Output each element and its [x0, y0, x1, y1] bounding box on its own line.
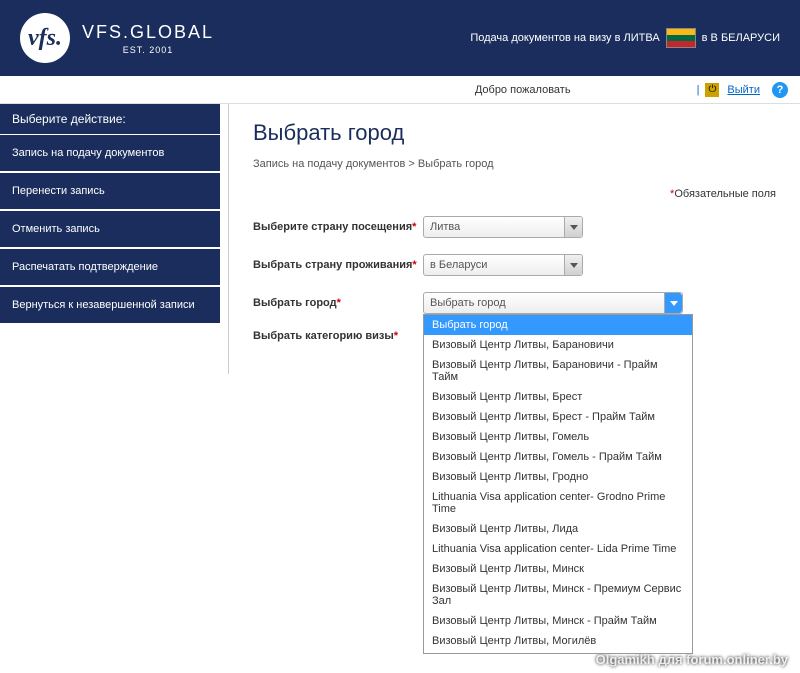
sidebar-item-schedule[interactable]: Запись на подачу документов [0, 135, 220, 173]
select-residence-country[interactable]: в Беларуси [423, 254, 583, 276]
header-right-text: Подача документов на визу в ЛИТВА в В БЕ… [470, 28, 780, 48]
city-option[interactable]: Визовый Центр Литвы, Гомель [424, 427, 692, 447]
brand-name: VFS.GLOBAL [82, 22, 214, 43]
city-option[interactable]: Визовый Центр Литвы, Барановичи [424, 335, 692, 355]
header-prefix: Подача документов на визу в [470, 32, 620, 44]
city-option[interactable]: Визовый Центр Литвы, Лида [424, 519, 692, 539]
city-option[interactable]: Визовый Центр Литвы, Гомель - Прайм Тайм [424, 447, 692, 467]
help-icon[interactable]: ? [772, 82, 788, 98]
logo: vfs. [20, 13, 70, 63]
city-dropdown[interactable]: Выбрать городВизовый Центр Литвы, Барано… [423, 314, 693, 654]
page-title: Выбрать город [253, 120, 776, 146]
separator: | [697, 84, 700, 96]
sidebar-item-cancel[interactable]: Отменить запись [0, 211, 220, 249]
topbar: Добро пожаловать | ⏻ Выйти ? [0, 76, 800, 104]
sidebar-item-reschedule[interactable]: Перенести запись [0, 173, 220, 211]
header: vfs. VFS.GLOBAL EST. 2001 Подача докумен… [0, 0, 800, 76]
brand-est: EST. 2001 [82, 45, 214, 55]
sidebar-item-print[interactable]: Распечатать подтверждение [0, 249, 220, 287]
label-visa-category: Выбрать категорию визы* [253, 330, 423, 342]
content: Выбрать город Запись на подачу документо… [228, 104, 800, 374]
chevron-down-icon [664, 293, 682, 313]
city-option[interactable]: Визовый Центр Литвы, Минск - Прайм Тайм [424, 611, 692, 631]
logout-icon: ⏻ [705, 83, 719, 97]
logo-text: vfs. [28, 25, 62, 52]
city-option[interactable]: Визовый Центр Литвы, Брест - Прайм Тайм [424, 407, 692, 427]
city-option[interactable]: Визовый Центр Литвы, Брест [424, 387, 692, 407]
label-residence-country: Выбрать страну проживания* [253, 259, 423, 271]
city-option[interactable]: Визовый Центр Литвы, Минск [424, 559, 692, 579]
city-option[interactable]: Lithuania Visa application center- Lida … [424, 539, 692, 559]
watermark: Olgamikh для forum.onliner.by [596, 652, 788, 667]
brand-block: VFS.GLOBAL EST. 2001 [82, 22, 214, 55]
city-option[interactable]: Выбрать город [424, 315, 692, 335]
sidebar-item-resume[interactable]: Вернуться к незавершенной записи [0, 287, 220, 325]
chevron-down-icon [564, 255, 582, 275]
label-city: Выбрать город* [253, 297, 423, 309]
header-country: ЛИТВА [624, 32, 660, 44]
sidebar-header: Выберите действие: [0, 104, 220, 135]
city-option[interactable]: Визовый Центр Литвы, Минск - Премиум Сер… [424, 579, 692, 611]
breadcrumb: Запись на подачу документов > Выбрать го… [253, 158, 776, 170]
logout-link[interactable]: Выйти [727, 84, 760, 96]
sidebar: Выберите действие: Запись на подачу доку… [0, 104, 220, 374]
city-option[interactable]: Визовый Центр Литвы, Барановичи - Прайм … [424, 355, 692, 387]
required-fields-note: Обязательные поля [253, 188, 776, 200]
city-option[interactable]: Lithuania Visa application center- Grodn… [424, 487, 692, 519]
flag-lithuania-icon [666, 28, 696, 48]
select-visit-country[interactable]: Литва [423, 216, 583, 238]
city-option[interactable]: Визовый Центр Литвы, Гродно [424, 467, 692, 487]
select-city[interactable]: Выбрать город [423, 292, 683, 314]
header-suffix: в В БЕЛАРУСИ [702, 32, 780, 44]
label-visit-country: Выберите страну посещения* [253, 221, 423, 233]
welcome-text: Добро пожаловать [475, 84, 571, 96]
chevron-down-icon [564, 217, 582, 237]
city-option[interactable]: Визовый Центр Литвы, Могилёв - Прайм Тай… [424, 651, 692, 654]
city-option[interactable]: Визовый Центр Литвы, Могилёв [424, 631, 692, 651]
